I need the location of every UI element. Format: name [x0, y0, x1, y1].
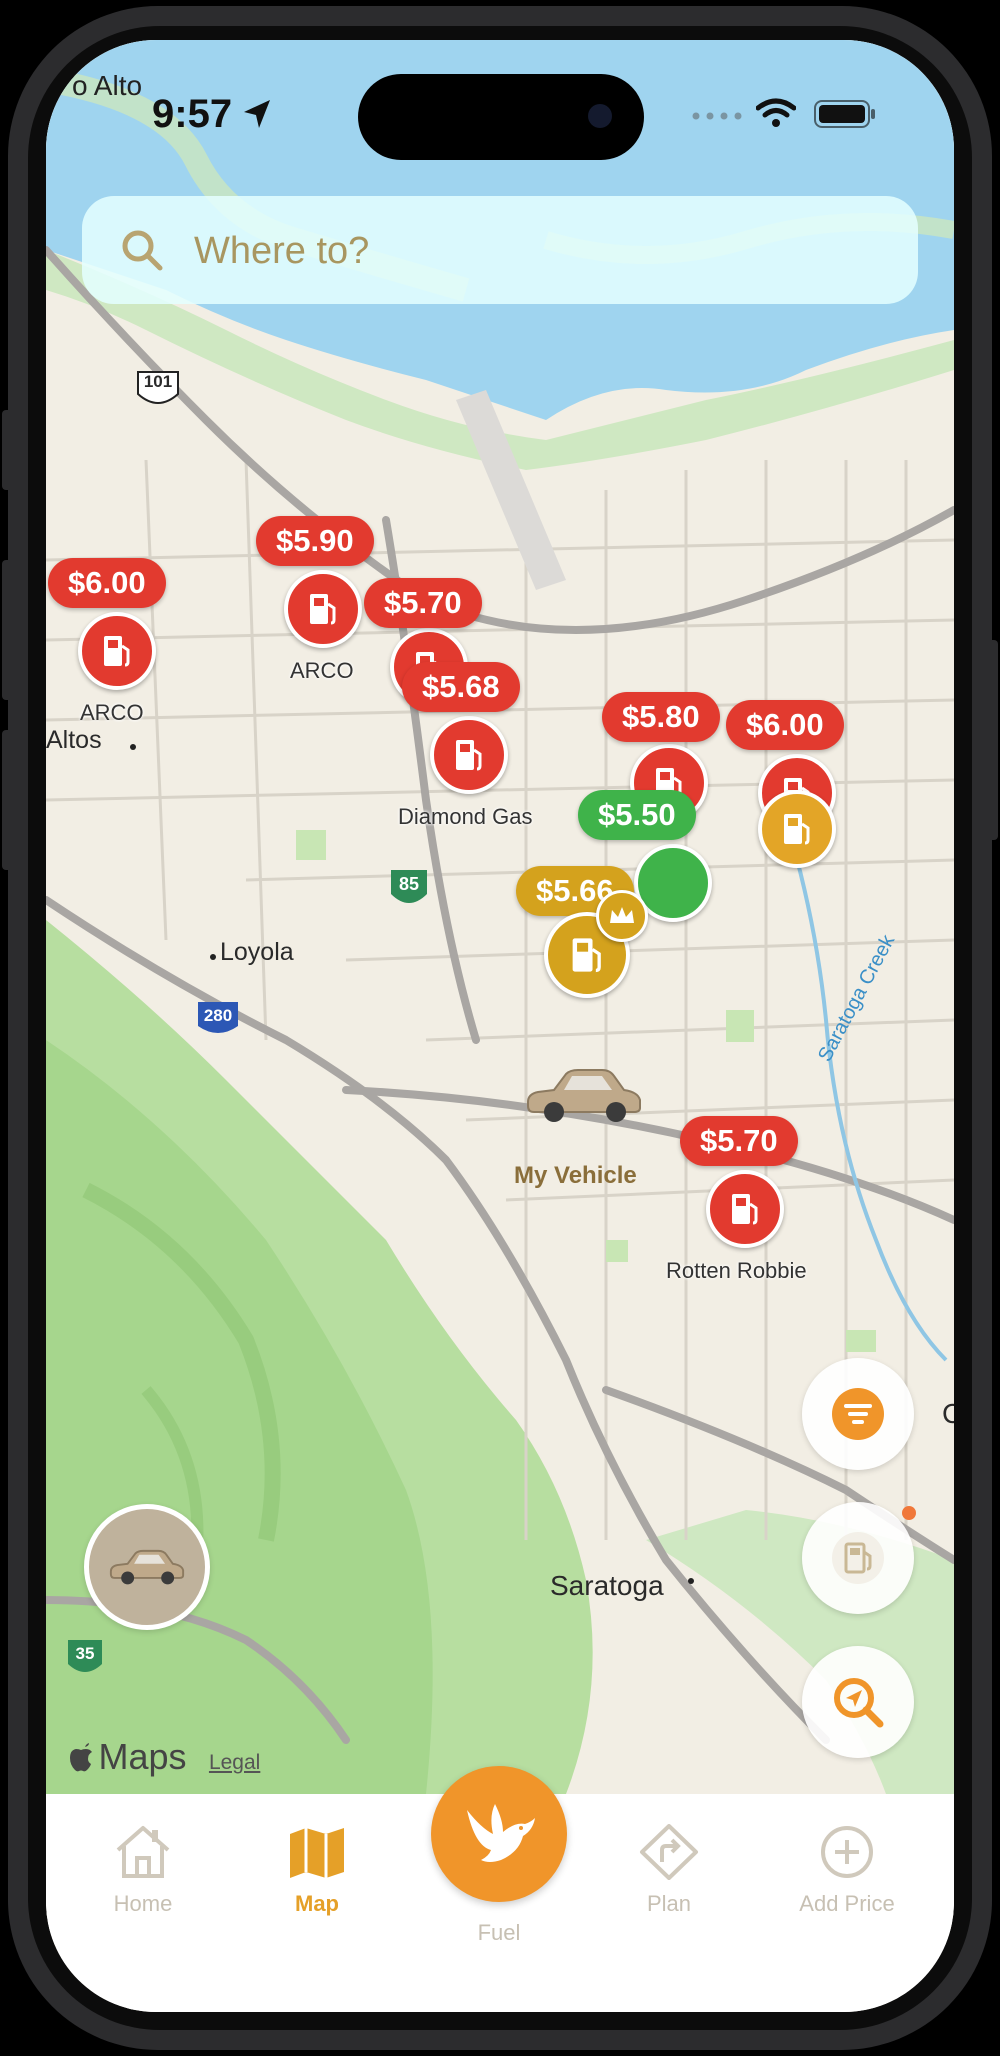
my-vehicle-button[interactable]: [84, 1504, 210, 1630]
tab-add-price[interactable]: Add Price: [772, 1824, 922, 1917]
gas-pump-icon: [430, 716, 508, 794]
tab-label-plan: Plan: [646, 1891, 692, 1916]
apple-logo-icon: [70, 1743, 92, 1772]
price-tag: $5.90: [256, 516, 374, 566]
tab-map[interactable]: Map: [242, 1824, 392, 1917]
side-button: [988, 640, 998, 840]
plus-circle-icon: [821, 1826, 873, 1878]
location-search-icon: [834, 1678, 884, 1728]
station-name: Diamond Gas: [398, 804, 533, 829]
vehicle-label: My Vehicle: [514, 1162, 637, 1189]
maps-brand: Maps: [98, 1736, 187, 1777]
gas-pump-icon: [78, 612, 156, 690]
cellular-signal-icon: [692, 112, 742, 120]
tab-plan[interactable]: Plan: [594, 1824, 744, 1917]
tab-label-fuel: Fuel: [477, 1920, 521, 1945]
place-label-loyola: Loyola: [220, 938, 294, 966]
status-time: 9:57: [152, 92, 233, 136]
wifi-icon: [756, 98, 796, 127]
location-arrow-icon: [244, 100, 270, 128]
battery-icon: [814, 100, 875, 128]
filter-icon: [832, 1388, 884, 1440]
map-icon: [290, 1828, 344, 1878]
gas-pump-icon: [832, 1532, 884, 1584]
place-dot: [210, 954, 216, 960]
fuel-button[interactable]: [431, 1766, 567, 1902]
notification-dot: [902, 1506, 916, 1520]
legal-link[interactable]: Legal: [209, 1751, 260, 1774]
car-icon: [109, 1549, 185, 1585]
place-dot: [130, 744, 136, 750]
side-button: [2, 730, 12, 870]
app-screen: 101 85 280 35 Altos Loyola Saratoga Sara…: [46, 40, 954, 2012]
search-placeholder: Where to?: [194, 230, 370, 272]
car-icon[interactable]: [524, 1064, 644, 1126]
dynamic-island: [358, 74, 644, 160]
price-tag: $5.50: [578, 790, 696, 840]
filter-button[interactable]: [802, 1358, 914, 1470]
home-icon: [116, 1826, 170, 1878]
place-dot: [688, 1578, 694, 1584]
gas-pump-icon: [706, 1170, 784, 1248]
status-location: o Alto: [72, 70, 143, 101]
tab-label-map: Map: [295, 1891, 339, 1916]
search-bar[interactable]: Where to?: [82, 196, 918, 304]
search-icon: [122, 230, 163, 271]
place-label-saratoga: Saratoga: [550, 1570, 664, 1601]
highway-shield-35: 35: [75, 1644, 95, 1663]
side-button: [2, 560, 12, 700]
highway-shield-280: 280: [203, 1006, 233, 1025]
tab-home[interactable]: Home: [68, 1824, 218, 1917]
tab-bar: Home Map Fuel Plan Add Price: [46, 1766, 954, 2012]
maps-attribution: Maps Legal: [68, 1736, 260, 1778]
directions-icon: [640, 1824, 698, 1880]
tab-label-home: Home: [113, 1891, 173, 1916]
price-tag: $6.00: [48, 558, 166, 608]
side-button: [2, 410, 12, 490]
highway-shield-85: 85: [398, 874, 420, 894]
price-tag: $5.80: [602, 692, 720, 742]
station-name: ARCO: [290, 658, 354, 683]
price-tag: $5.68: [402, 662, 520, 712]
price-tag: $6.00: [726, 700, 844, 750]
fuel-type-button[interactable]: [802, 1502, 914, 1614]
tab-label-add-price: Add Price: [799, 1891, 895, 1916]
price-tag: $5.70: [680, 1116, 798, 1166]
gas-pump-icon: [758, 790, 836, 868]
place-label-edge: C: [942, 1398, 954, 1429]
station-name: Rotten Robbie: [666, 1258, 807, 1283]
gas-pump-icon: [284, 570, 362, 648]
place-label-altos: Altos: [46, 726, 102, 754]
bird-icon: [467, 1804, 535, 1862]
price-tag: $5.70: [364, 578, 482, 628]
highway-shield-101: 101: [143, 372, 173, 391]
station-name: ARCO: [80, 700, 144, 725]
locate-search-button[interactable]: [802, 1646, 914, 1758]
crown-icon: [596, 890, 648, 942]
